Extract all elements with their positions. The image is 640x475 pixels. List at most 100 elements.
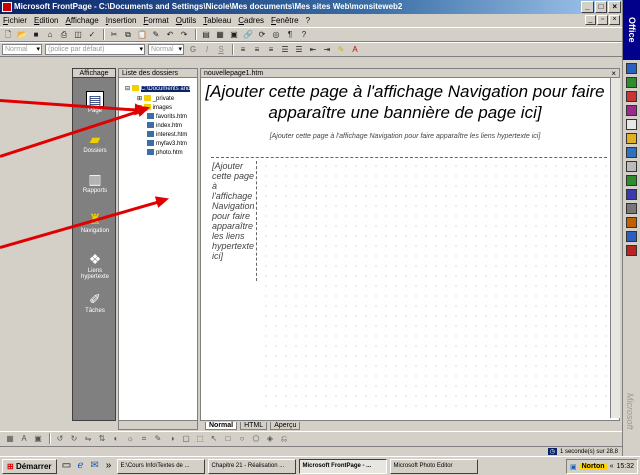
start-button[interactable]: ⊞ Démarrer [2,458,57,474]
tree-item[interactable]: interest.htm [147,131,187,139]
editor-vertical-scrollbar[interactable] [610,78,620,418]
task-icon[interactable] [626,161,637,172]
left-nav-links-placeholder[interactable]: [Ajouter cette page à l'affichage Naviga… [211,161,257,281]
menu-affichage[interactable]: Affichage [65,16,98,25]
maximize-button[interactable]: □ [594,1,608,13]
tab-normal[interactable]: Normal [205,421,238,430]
frontpage-shortcut-icon[interactable] [626,231,637,242]
bevel-icon[interactable]: ▢ [180,433,192,444]
flip-h-icon[interactable]: ⇋ [82,433,94,444]
redo-icon[interactable]: ↷ [178,29,190,40]
table-icon[interactable]: ▦ [4,433,16,444]
top-nav-links-placeholder[interactable]: [Ajouter cette page à l'affichage Naviga… [201,133,609,140]
outlook-icon[interactable] [626,119,637,130]
desktop-icon[interactable]: ▭ [61,460,73,472]
help-icon[interactable]: ? [298,29,310,40]
menu-tableau[interactable]: Tableau [203,16,231,25]
refresh-icon[interactable]: ⟳ [256,29,268,40]
menu-fenetre[interactable]: Fenêtre [271,16,299,25]
bullet-list-icon[interactable]: ☰ [293,44,305,55]
stop-icon[interactable]: ◎ [270,29,282,40]
menu-format[interactable]: Format [143,16,168,25]
format-painter-icon[interactable]: ✎ [150,29,162,40]
numbered-list-icon[interactable]: ☰ [279,44,291,55]
note-icon[interactable] [626,175,637,186]
page-editor[interactable]: [Ajouter cette page à l'affichage Naviga… [200,68,620,421]
view-reports[interactable]: ▥ Rapports [73,171,117,194]
tree-item[interactable]: ⊞ _private [137,95,174,103]
page-body-area[interactable] [261,161,607,409]
circle-hotspot-icon[interactable]: ○ [236,433,248,444]
open-icon[interactable]: 📂 [16,29,28,40]
highlight-hotspots-icon[interactable]: ◈ [264,433,276,444]
bold-icon[interactable]: G [187,44,199,55]
tab-apercu[interactable]: Aperçu [270,421,301,430]
black-white-icon[interactable]: ◑ [166,433,178,444]
tree-item[interactable]: myfav3.htm [147,140,187,148]
menu-outils[interactable]: Outils [176,16,196,25]
size-select[interactable]: Normal [148,44,184,55]
outdent-icon[interactable]: ⇤ [307,44,319,55]
menu-help[interactable]: ? [306,16,310,25]
task-word-chapter[interactable]: Chapitre 21 - Réalisation ... [207,458,296,474]
tree-item[interactable]: index.htm [147,122,182,130]
flip-v-icon[interactable]: ⇅ [96,433,108,444]
spellcheck-icon[interactable]: ✓ [86,29,98,40]
wordart-icon[interactable]: A [18,433,30,444]
view-tasks[interactable]: ✐ Tâches [73,291,117,314]
menu-cadres[interactable]: Cadres [238,16,264,25]
word-icon[interactable] [626,63,637,74]
rotate-right-icon[interactable]: ↻ [68,433,80,444]
norton-tray-item[interactable]: Norton [579,463,607,470]
align-right-icon[interactable]: ≡ [265,44,277,55]
menu-fichier[interactable]: Fichier [3,16,27,25]
minimize-button[interactable]: _ [581,1,594,13]
tray-expand-icon[interactable]: « [610,463,614,470]
select-icon[interactable]: ↖ [208,433,220,444]
rotate-left-icon[interactable]: ↺ [54,433,66,444]
view-hyperlinks[interactable]: ❖ Liens hypertexte [73,251,117,280]
indent-icon[interactable]: ⇥ [321,44,333,55]
tree-root[interactable]: ⊟ C:\Documents and [125,85,191,93]
tree-item[interactable]: favorits.htm [147,113,187,121]
restore-icon[interactable]: ⎌ [278,433,290,444]
resample-icon[interactable]: ⬚ [194,433,206,444]
contacts-icon[interactable] [626,133,637,144]
align-center-icon[interactable]: ≡ [251,44,263,55]
frontpage-app-icon[interactable] [2,2,12,12]
publisher-icon[interactable] [626,217,637,228]
tray-app-icon[interactable]: ▣ [570,463,577,471]
view-folders[interactable]: ▰ Dossiers [73,131,117,154]
insert-picture-icon[interactable]: ▣ [228,29,240,40]
task-frontpage[interactable]: Microsoft FrontPage - ... [298,458,387,474]
close-button[interactable]: × [608,1,622,13]
show-all-icon[interactable]: ¶ [284,29,296,40]
task-photo-editor[interactable]: Microsoft Photo Editor [389,458,478,474]
paste-icon[interactable]: 📋 [136,29,148,40]
thumbnail-icon[interactable]: ▣ [32,433,44,444]
editor-tab[interactable]: nouvellepage1.htm × [200,68,620,78]
folder-list-scrollbar[interactable] [118,420,198,430]
hyperlink-icon[interactable]: 🔗 [242,29,254,40]
menu-insertion[interactable]: Insertion [106,16,137,25]
photo-editor-icon[interactable] [626,245,637,256]
excel-icon[interactable] [626,77,637,88]
browser-icon[interactable]: ℯ [75,460,87,472]
save-icon[interactable]: ■ [30,29,42,40]
font-color-icon[interactable]: A [349,44,361,55]
doc-close-button[interactable]: × [609,15,620,25]
align-left-icon[interactable]: ≡ [237,44,249,55]
doc-minimize-button[interactable]: _ [585,15,596,25]
menu-edition[interactable]: Edition [34,16,58,25]
insert-table-icon[interactable]: ▦ [214,29,226,40]
print-icon[interactable]: ⎙ [58,29,70,40]
preview-icon[interactable]: ◫ [72,29,84,40]
font-select[interactable]: (police par défaut) [45,44,145,55]
rectangle-hotspot-icon[interactable]: □ [222,433,234,444]
italic-icon[interactable]: I [201,44,213,55]
powerpoint-icon[interactable] [626,91,637,102]
contrast-icon[interactable]: ◐ [110,433,122,444]
tree-item[interactable]: photo.htm [147,149,183,157]
style-select[interactable]: Normal [2,44,42,55]
tab-html[interactable]: HTML [240,421,268,430]
